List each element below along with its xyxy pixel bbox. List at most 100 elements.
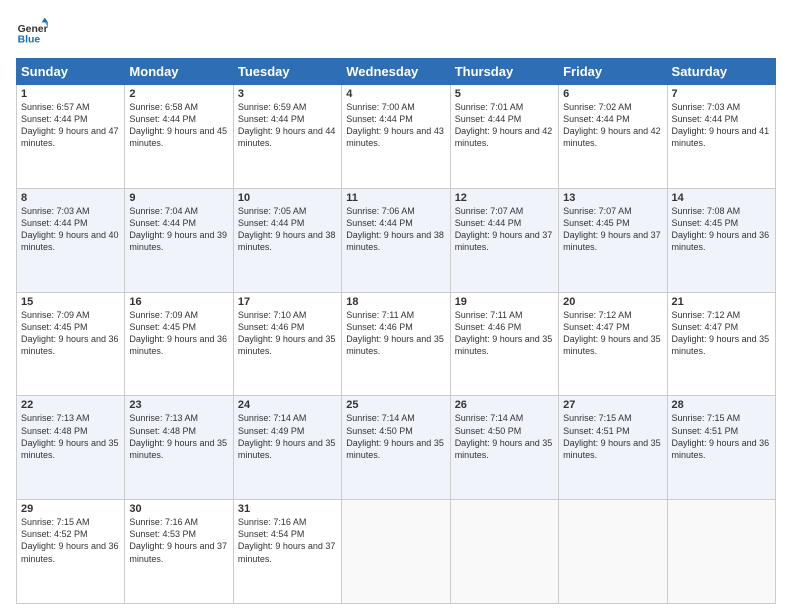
day-info: Sunrise: 7:14 AMSunset: 4:49 PMDaylight:… bbox=[238, 413, 336, 459]
day-number: 31 bbox=[238, 503, 337, 515]
day-number: 1 bbox=[21, 88, 120, 100]
day-info: Sunrise: 7:04 AMSunset: 4:44 PMDaylight:… bbox=[129, 206, 227, 252]
day-info: Sunrise: 7:10 AMSunset: 4:46 PMDaylight:… bbox=[238, 310, 336, 356]
day-number: 21 bbox=[672, 296, 771, 308]
day-number: 20 bbox=[563, 296, 662, 308]
day-info: Sunrise: 7:08 AMSunset: 4:45 PMDaylight:… bbox=[672, 206, 770, 252]
day-number: 6 bbox=[563, 88, 662, 100]
day-number: 25 bbox=[346, 399, 445, 411]
day-number: 10 bbox=[238, 192, 337, 204]
calendar-cell: 11 Sunrise: 7:06 AMSunset: 4:44 PMDayligh… bbox=[342, 188, 450, 292]
day-info: Sunrise: 7:09 AMSunset: 4:45 PMDaylight:… bbox=[21, 310, 119, 356]
day-info: Sunrise: 7:11 AMSunset: 4:46 PMDaylight:… bbox=[346, 310, 444, 356]
day-number: 9 bbox=[129, 192, 228, 204]
calendar-cell: 10 Sunrise: 7:05 AMSunset: 4:44 PMDayligh… bbox=[233, 188, 341, 292]
day-info: Sunrise: 6:57 AMSunset: 4:44 PMDaylight:… bbox=[21, 102, 119, 148]
day-info: Sunrise: 7:15 AMSunset: 4:51 PMDaylight:… bbox=[672, 413, 770, 459]
calendar-cell bbox=[450, 500, 558, 604]
calendar-cell: 18 Sunrise: 7:11 AMSunset: 4:46 PMDayligh… bbox=[342, 292, 450, 396]
day-info: Sunrise: 6:58 AMSunset: 4:44 PMDaylight:… bbox=[129, 102, 227, 148]
day-number: 14 bbox=[672, 192, 771, 204]
day-info: Sunrise: 7:02 AMSunset: 4:44 PMDaylight:… bbox=[563, 102, 661, 148]
day-number: 29 bbox=[21, 503, 120, 515]
calendar-cell: 4Sunrise: 7:00 AMSunset: 4:44 PMDaylight… bbox=[342, 85, 450, 189]
day-info: Sunrise: 7:07 AMSunset: 4:45 PMDaylight:… bbox=[563, 206, 661, 252]
day-info: Sunrise: 7:14 AMSunset: 4:50 PMDaylight:… bbox=[346, 413, 444, 459]
day-info: Sunrise: 7:13 AMSunset: 4:48 PMDaylight:… bbox=[21, 413, 119, 459]
day-info: Sunrise: 7:01 AMSunset: 4:44 PMDaylight:… bbox=[455, 102, 553, 148]
day-number: 11 bbox=[346, 192, 445, 204]
calendar-cell: 26 Sunrise: 7:14 AMSunset: 4:50 PMDayligh… bbox=[450, 396, 558, 500]
calendar-cell: 6 Sunrise: 7:02 AMSunset: 4:44 PMDaylight… bbox=[559, 85, 667, 189]
day-info: Sunrise: 7:12 AMSunset: 4:47 PMDaylight:… bbox=[563, 310, 661, 356]
calendar-cell: 17 Sunrise: 7:10 AMSunset: 4:46 PMDayligh… bbox=[233, 292, 341, 396]
day-number: 24 bbox=[238, 399, 337, 411]
weekday-header-saturday: Saturday bbox=[667, 59, 775, 85]
page: General Blue SundayMondayTuesdayWednesda… bbox=[0, 0, 792, 612]
header: General Blue bbox=[16, 16, 776, 48]
calendar-cell: 19 Sunrise: 7:11 AMSunset: 4:46 PMDayligh… bbox=[450, 292, 558, 396]
calendar-cell: 3 Sunrise: 6:59 AMSunset: 4:44 PMDaylight… bbox=[233, 85, 341, 189]
calendar-week-0: 1 Sunrise: 6:57 AMSunset: 4:44 PMDaylight… bbox=[17, 85, 776, 189]
day-number: 17 bbox=[238, 296, 337, 308]
calendar-cell: 23 Sunrise: 7:13 AMSunset: 4:48 PMDayligh… bbox=[125, 396, 233, 500]
day-info: Sunrise: 7:12 AMSunset: 4:47 PMDaylight:… bbox=[672, 310, 770, 356]
svg-text:General: General bbox=[18, 24, 48, 35]
calendar-cell: 20 Sunrise: 7:12 AMSunset: 4:47 PMDayligh… bbox=[559, 292, 667, 396]
day-info: Sunrise: 7:14 AMSunset: 4:50 PMDaylight:… bbox=[455, 413, 553, 459]
calendar-cell: 30 Sunrise: 7:16 AMSunset: 4:53 PMDayligh… bbox=[125, 500, 233, 604]
calendar-cell: 21 Sunrise: 7:12 AMSunset: 4:47 PMDayligh… bbox=[667, 292, 775, 396]
weekday-header-sunday: Sunday bbox=[17, 59, 125, 85]
calendar-cell bbox=[559, 500, 667, 604]
calendar-week-3: 22Sunrise: 7:13 AMSunset: 4:48 PMDayligh… bbox=[17, 396, 776, 500]
day-info: Sunrise: 6:59 AMSunset: 4:44 PMDaylight:… bbox=[238, 102, 336, 148]
day-number: 15 bbox=[21, 296, 120, 308]
logo-icon: General Blue bbox=[16, 16, 48, 48]
day-number: 18 bbox=[346, 296, 445, 308]
weekday-header-wednesday: Wednesday bbox=[342, 59, 450, 85]
day-info: Sunrise: 7:06 AMSunset: 4:44 PMDaylight:… bbox=[346, 206, 444, 252]
calendar-cell bbox=[342, 500, 450, 604]
day-number: 16 bbox=[129, 296, 228, 308]
calendar-week-1: 8 Sunrise: 7:03 AMSunset: 4:44 PMDaylight… bbox=[17, 188, 776, 292]
day-info: Sunrise: 7:11 AMSunset: 4:46 PMDaylight:… bbox=[455, 310, 553, 356]
day-number: 28 bbox=[672, 399, 771, 411]
weekday-header-tuesday: Tuesday bbox=[233, 59, 341, 85]
weekday-header-friday: Friday bbox=[559, 59, 667, 85]
day-number: 26 bbox=[455, 399, 554, 411]
calendar-cell: 25 Sunrise: 7:14 AMSunset: 4:50 PMDayligh… bbox=[342, 396, 450, 500]
weekday-header-thursday: Thursday bbox=[450, 59, 558, 85]
calendar-cell: 22Sunrise: 7:13 AMSunset: 4:48 PMDayligh… bbox=[17, 396, 125, 500]
calendar-cell: 1 Sunrise: 6:57 AMSunset: 4:44 PMDaylight… bbox=[17, 85, 125, 189]
day-info: Sunrise: 7:15 AMSunset: 4:52 PMDaylight:… bbox=[21, 517, 119, 563]
calendar-cell: 16 Sunrise: 7:09 AMSunset: 4:45 PMDayligh… bbox=[125, 292, 233, 396]
calendar-cell: 27 Sunrise: 7:15 AMSunset: 4:51 PMDayligh… bbox=[559, 396, 667, 500]
calendar-cell: 24 Sunrise: 7:14 AMSunset: 4:49 PMDayligh… bbox=[233, 396, 341, 500]
calendar-week-2: 15 Sunrise: 7:09 AMSunset: 4:45 PMDayligh… bbox=[17, 292, 776, 396]
calendar-cell: 7Sunrise: 7:03 AMSunset: 4:44 PMDaylight… bbox=[667, 85, 775, 189]
day-info: Sunrise: 7:16 AMSunset: 4:53 PMDaylight:… bbox=[129, 517, 227, 563]
day-number: 8 bbox=[21, 192, 120, 204]
calendar-cell: 2Sunrise: 6:58 AMSunset: 4:44 PMDaylight… bbox=[125, 85, 233, 189]
day-number: 27 bbox=[563, 399, 662, 411]
calendar-cell: 13Sunrise: 7:07 AMSunset: 4:45 PMDayligh… bbox=[559, 188, 667, 292]
day-number: 3 bbox=[238, 88, 337, 100]
calendar-cell: 31Sunrise: 7:16 AMSunset: 4:54 PMDayligh… bbox=[233, 500, 341, 604]
day-info: Sunrise: 7:05 AMSunset: 4:44 PMDaylight:… bbox=[238, 206, 336, 252]
day-info: Sunrise: 7:07 AMSunset: 4:44 PMDaylight:… bbox=[455, 206, 553, 252]
day-info: Sunrise: 7:13 AMSunset: 4:48 PMDaylight:… bbox=[129, 413, 227, 459]
day-number: 23 bbox=[129, 399, 228, 411]
calendar-cell: 29 Sunrise: 7:15 AMSunset: 4:52 PMDayligh… bbox=[17, 500, 125, 604]
calendar-cell: 5Sunrise: 7:01 AMSunset: 4:44 PMDaylight… bbox=[450, 85, 558, 189]
day-info: Sunrise: 7:15 AMSunset: 4:51 PMDaylight:… bbox=[563, 413, 661, 459]
calendar-cell: 15 Sunrise: 7:09 AMSunset: 4:45 PMDayligh… bbox=[17, 292, 125, 396]
day-info: Sunrise: 7:03 AMSunset: 4:44 PMDaylight:… bbox=[21, 206, 119, 252]
weekday-header-monday: Monday bbox=[125, 59, 233, 85]
calendar-week-4: 29 Sunrise: 7:15 AMSunset: 4:52 PMDayligh… bbox=[17, 500, 776, 604]
day-number: 30 bbox=[129, 503, 228, 515]
day-number: 19 bbox=[455, 296, 554, 308]
calendar-body: 1 Sunrise: 6:57 AMSunset: 4:44 PMDaylight… bbox=[17, 85, 776, 604]
day-info: Sunrise: 7:09 AMSunset: 4:45 PMDaylight:… bbox=[129, 310, 227, 356]
calendar-cell: 9 Sunrise: 7:04 AMSunset: 4:44 PMDaylight… bbox=[125, 188, 233, 292]
calendar-table: SundayMondayTuesdayWednesdayThursdayFrid… bbox=[16, 58, 776, 604]
